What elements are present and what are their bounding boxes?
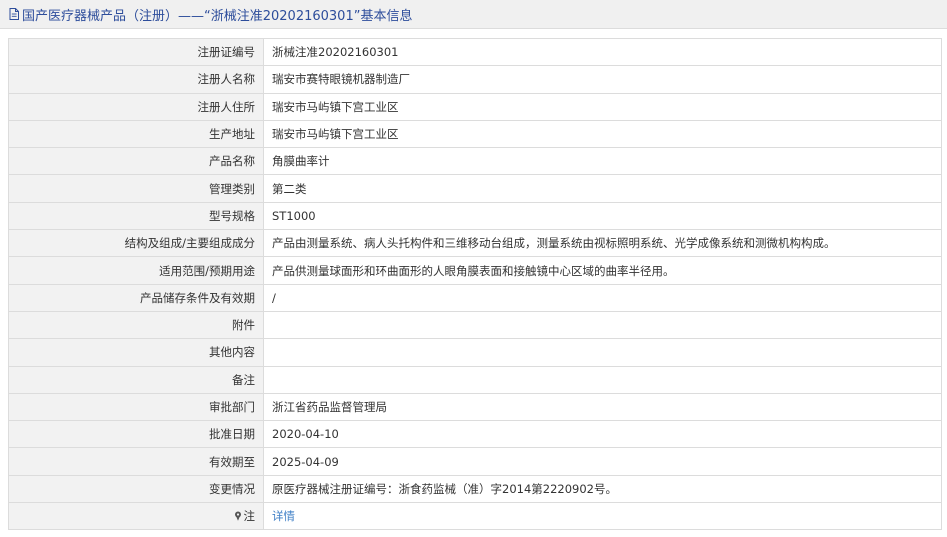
- row-value: 原医疗器械注册证编号：浙食药监械（准）字2014第2220902号。: [263, 474, 942, 504]
- table-row: 附件: [8, 310, 942, 340]
- row-label: 注册人住所: [8, 92, 264, 121]
- row-label: 注册证编号: [8, 37, 264, 67]
- table-row: 产品名称 角膜曲率计: [8, 147, 942, 176]
- table-row: 有效期至 2025-04-09: [8, 447, 942, 476]
- row-label: 产品名称: [8, 147, 264, 176]
- row-label: 批准日期: [8, 420, 264, 449]
- row-value: [263, 338, 942, 367]
- row-label: 注册人名称: [8, 65, 264, 94]
- row-label: 管理类别: [8, 174, 264, 203]
- row-value: ST1000: [263, 201, 942, 231]
- row-label: 型号规格: [8, 201, 264, 231]
- row-label: 其他内容: [8, 338, 264, 367]
- row-value: 瑞安市马屿镇下宫工业区: [263, 92, 942, 121]
- row-value: 角膜曲率计: [263, 147, 942, 176]
- table-row: 批准日期 2020-04-10: [8, 420, 942, 449]
- row-label: 审批部门: [8, 392, 264, 422]
- table-row: 管理类别 第二类: [8, 174, 942, 203]
- detail-link[interactable]: 详情: [272, 509, 295, 523]
- document-icon: [9, 8, 19, 20]
- table-row: 结构及组成/主要组成成分 产品由测量系统、病人头托构件和三维移动台组成，测量系统…: [8, 229, 942, 258]
- info-table: 注册证编号 浙械注准20202160301 注册人名称 瑞安市赛特眼镜机器制造厂…: [8, 37, 942, 531]
- row-value: /: [263, 283, 942, 312]
- pin-icon: [234, 511, 241, 521]
- note-value: 详情: [263, 502, 942, 531]
- note-row: 注 详情: [8, 502, 942, 531]
- table-row: 其他内容: [8, 338, 942, 367]
- note-label: 注: [8, 502, 264, 531]
- table-row: 生产地址 瑞安市马屿镇下宫工业区: [8, 119, 942, 149]
- table-row: 注册证编号 浙械注准20202160301: [8, 37, 942, 67]
- page-header: 国产医疗器械产品（注册）——“浙械注准20202160301”基本信息: [0, 0, 947, 29]
- row-value: 2020-04-10: [263, 420, 942, 449]
- table-row: 注册人名称 瑞安市赛特眼镜机器制造厂: [8, 65, 942, 94]
- row-label: 产品储存条件及有效期: [8, 283, 264, 312]
- table-row: 型号规格 ST1000: [8, 201, 942, 231]
- row-value: 瑞安市赛特眼镜机器制造厂: [263, 65, 942, 94]
- table-row: 注册人住所 瑞安市马屿镇下宫工业区: [8, 92, 942, 121]
- row-value: 瑞安市马屿镇下宫工业区: [263, 119, 942, 149]
- row-label: 备注: [8, 365, 264, 394]
- row-label: 变更情况: [8, 474, 264, 504]
- row-value: [263, 310, 942, 340]
- row-value: 产品供测量球面形和环曲面形的人眼角膜表面和接触镜中心区域的曲率半径用。: [263, 256, 942, 285]
- note-label-text: 注: [243, 509, 256, 524]
- row-label: 附件: [8, 310, 264, 340]
- row-value: [263, 365, 942, 394]
- row-value: 第二类: [263, 174, 942, 203]
- table-row: 备注: [8, 365, 942, 394]
- table-row: 审批部门 浙江省药品监督管理局: [8, 392, 942, 422]
- row-value: 2025-04-09: [263, 447, 942, 476]
- row-value: 浙江省药品监督管理局: [263, 392, 942, 422]
- row-label: 适用范围/预期用途: [8, 256, 264, 285]
- row-value: 浙械注准20202160301: [263, 37, 942, 67]
- row-label: 生产地址: [8, 119, 264, 149]
- table-row: 产品储存条件及有效期 /: [8, 283, 942, 312]
- row-label: 结构及组成/主要组成成分: [8, 229, 264, 258]
- page-title: 国产医疗器械产品（注册）——“浙械注准20202160301”基本信息: [22, 8, 413, 24]
- table-row: 适用范围/预期用途 产品供测量球面形和环曲面形的人眼角膜表面和接触镜中心区域的曲…: [8, 256, 942, 285]
- row-value: 产品由测量系统、病人头托构件和三维移动台组成，测量系统由视标照明系统、光学成像系…: [263, 229, 942, 258]
- table-row: 变更情况 原医疗器械注册证编号：浙食药监械（准）字2014第2220902号。: [8, 474, 942, 504]
- row-label: 有效期至: [8, 447, 264, 476]
